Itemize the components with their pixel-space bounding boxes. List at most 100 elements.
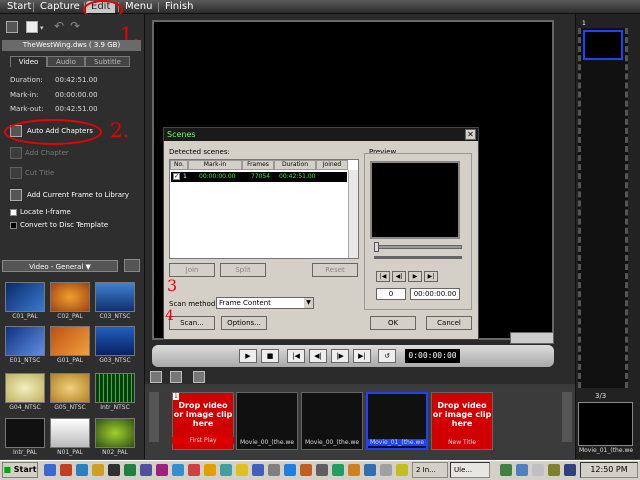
cut-title-button[interactable]: Cut Title [25, 166, 54, 180]
play-button[interactable]: ▶ [239, 349, 257, 363]
quicklaunch-icon[interactable] [268, 464, 280, 476]
library-thumb-g05[interactable] [50, 373, 90, 403]
quicklaunch-ie-icon[interactable] [44, 464, 56, 476]
table-scrollbar[interactable] [348, 170, 358, 258]
quicklaunch-icon[interactable] [300, 464, 312, 476]
library-thumb-e01[interactable] [5, 326, 45, 356]
first-frame-button[interactable]: |◀ [376, 271, 390, 282]
join-button[interactable]: Join [169, 263, 215, 277]
menu-start[interactable]: Start [2, 1, 36, 13]
quicklaunch-icon[interactable] [316, 464, 328, 476]
quicklaunch-icon[interactable] [156, 464, 168, 476]
stop-button[interactable]: ■ [261, 349, 279, 363]
quicklaunch-icon[interactable] [76, 464, 88, 476]
step-back-button[interactable]: ◀| [309, 349, 327, 363]
library-thumb-c02[interactable] [50, 282, 90, 312]
add-chapter-button[interactable]: Add Chapter [25, 146, 69, 160]
quicklaunch-icon[interactable] [124, 464, 136, 476]
library-category-dropdown[interactable]: Video - General ▼ [2, 260, 118, 272]
options-button[interactable]: Options... [221, 316, 267, 330]
scroll-left-arrow[interactable] [149, 392, 159, 442]
reset-button[interactable]: Reset [312, 263, 358, 277]
tray-icon[interactable] [548, 464, 560, 476]
library-thumb-g03[interactable] [95, 326, 135, 356]
open-icon[interactable] [6, 21, 18, 33]
library-thumb-intr-pal[interactable] [5, 418, 45, 448]
library-thumb-c01[interactable] [5, 282, 45, 312]
timecode-display[interactable]: 0:00:00:00 [405, 349, 460, 363]
quicklaunch-icon[interactable] [220, 464, 232, 476]
preview-slider[interactable] [374, 245, 462, 249]
time-field[interactable]: 00:00:00.00 [410, 288, 460, 300]
quicklaunch-icon[interactable] [396, 464, 408, 476]
menu-capture[interactable]: Capture [35, 1, 85, 13]
repeat-button[interactable]: ↺ [378, 349, 396, 363]
quicklaunch-icon[interactable] [332, 464, 344, 476]
locate-iframe-checkbox[interactable]: Locate I-frame [10, 205, 71, 219]
ok-button[interactable]: OK [370, 316, 416, 330]
view-mode-buttons[interactable] [510, 332, 554, 344]
play-preview-button[interactable]: ▶ [408, 271, 422, 282]
taskbar-item-active[interactable]: Ule... [450, 462, 490, 478]
folder-icon[interactable] [124, 259, 140, 272]
tray-icon[interactable] [500, 464, 512, 476]
scene-checkbox[interactable]: ✓ [173, 173, 180, 180]
frame-field[interactable]: 0 [376, 288, 406, 300]
cancel-button[interactable]: Cancel [426, 316, 472, 330]
quicklaunch-icon[interactable] [188, 464, 200, 476]
quicklaunch-icon[interactable] [172, 464, 184, 476]
table-row[interactable]: ✓ 1 00:00:00.00 77054 00:42:51.00 [171, 172, 347, 182]
prev-button[interactable]: |◀ [287, 349, 305, 363]
quicklaunch-icon[interactable] [92, 464, 104, 476]
scan-method-select[interactable]: Frame Content ▼ [216, 297, 314, 309]
library-thumb-g04[interactable] [5, 373, 45, 403]
tray-icon[interactable] [516, 464, 528, 476]
tray-icon[interactable] [564, 464, 576, 476]
scroll-right-arrow[interactable] [562, 392, 572, 442]
tab-audio[interactable]: Audio [47, 56, 85, 67]
library-thumb-c03[interactable] [95, 282, 135, 312]
quicklaunch-icon[interactable] [284, 464, 296, 476]
add-clip-icon[interactable] [170, 371, 182, 383]
convert-disc-checkbox[interactable]: Convert to Disc Template [10, 218, 108, 232]
tab-subtitle[interactable]: Subtitle [85, 56, 130, 67]
right-thumb[interactable] [578, 402, 633, 446]
film-thumb[interactable] [583, 30, 623, 60]
add-title-icon[interactable] [150, 371, 162, 383]
prev-frame-button[interactable]: ◀| [392, 271, 406, 282]
start-button[interactable]: ■ Start [2, 462, 38, 478]
quicklaunch-icon[interactable] [140, 464, 152, 476]
quicklaunch-icon[interactable] [60, 464, 72, 476]
quicklaunch-icon[interactable] [380, 464, 392, 476]
library-thumb-n01[interactable] [50, 418, 90, 448]
library-thumb-g01[interactable] [50, 326, 90, 356]
taskbar-item-group[interactable]: 2 In... [412, 462, 448, 478]
library-thumb-n02[interactable] [95, 418, 135, 448]
step-forward-button[interactable]: |▶ [331, 349, 349, 363]
markout-value: 00:42:51.00 [55, 105, 98, 113]
next-frame-button[interactable]: ▶| [424, 271, 438, 282]
quicklaunch-icon[interactable] [252, 464, 264, 476]
quicklaunch-icon[interactable] [204, 464, 216, 476]
split-button[interactable]: Split [220, 263, 266, 277]
clip-properties-icon[interactable] [193, 371, 205, 383]
library-thumb-intr-ntsc[interactable] [95, 373, 135, 403]
save-icon[interactable] [26, 21, 38, 33]
scenes-table[interactable]: No. Mark-in Frames Duration Joined ✓ 1 0… [169, 159, 359, 259]
tab-video[interactable]: Video [10, 56, 47, 67]
close-icon[interactable]: ✕ [465, 129, 476, 140]
undo-icon[interactable]: ↶ [54, 19, 64, 33]
save-dropdown-icon[interactable]: ▾ [40, 24, 44, 32]
add-current-frame-button[interactable]: Add Current Frame to Library [27, 188, 129, 202]
redo-icon[interactable]: ↷ [70, 19, 80, 33]
slider-handle[interactable] [374, 242, 379, 252]
scan-button[interactable]: Scan... [169, 316, 215, 330]
next-button[interactable]: ▶| [353, 349, 371, 363]
quicklaunch-icon[interactable] [348, 464, 360, 476]
quicklaunch-icon[interactable] [236, 464, 248, 476]
menu-menu[interactable]: Menu [120, 1, 157, 13]
quicklaunch-icon[interactable] [108, 464, 120, 476]
tray-icon[interactable] [532, 464, 544, 476]
menu-finish[interactable]: Finish [160, 1, 198, 13]
quicklaunch-icon[interactable] [364, 464, 376, 476]
